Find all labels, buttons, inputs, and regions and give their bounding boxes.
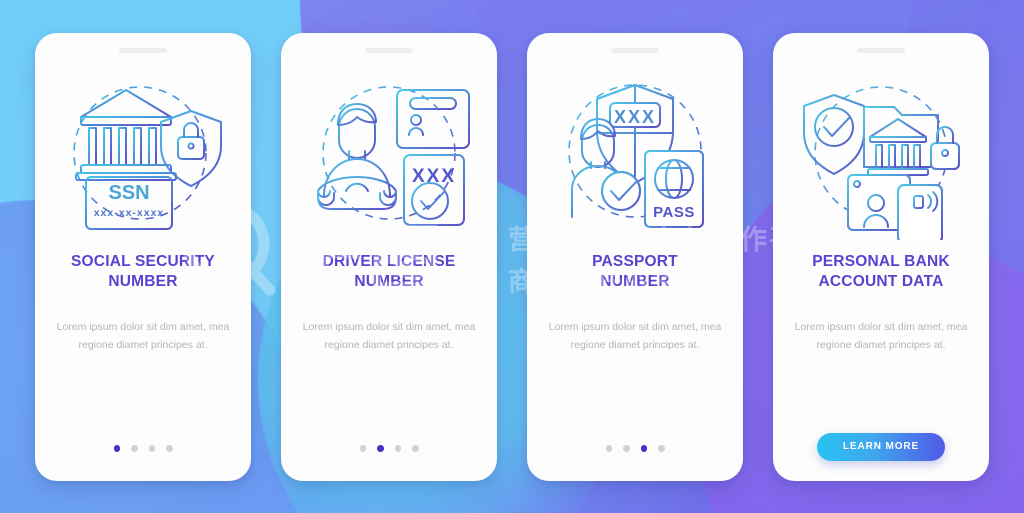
- pagination-dot-4[interactable]: [412, 445, 419, 452]
- page-body: Lorem ipsum dolor sit dim amet, mea regi…: [548, 320, 722, 351]
- pagination-dot-4[interactable]: [166, 445, 173, 452]
- page-title: PASSPORT NUMBER: [592, 252, 678, 290]
- onboarding-screens-artboard: SSN xxx-xx-xxxx SOCIAL SECURITY NUMBER Lo…: [0, 0, 1024, 513]
- pagination-dot-1[interactable]: [605, 445, 612, 452]
- ssn-bank-shield-lock-icon: SSN xxx-xx-xxxx: [48, 65, 238, 240]
- page-body: Lorem ipsum dolor sit dim amet, mea regi…: [56, 320, 230, 351]
- page-title: DRIVER LICENSE NUMBER: [322, 252, 456, 290]
- phone-screen-driver-license-number: XXX DRIVER LICENSE NUMBER Lorem ipsum dol…: [281, 32, 497, 481]
- phone-mockups-row: SSN xxx-xx-xxxx SOCIAL SECURITY NUMBER Lo…: [0, 0, 1024, 513]
- passport-label: PASS: [653, 204, 695, 221]
- pagination-dot-1[interactable]: [113, 445, 120, 452]
- phone-screen-passport-number: XXX PASS PASSPORT NUMBER Lorem ipsum dolo…: [527, 32, 743, 481]
- ssn-card-label: SSN: [108, 182, 149, 204]
- pagination-dot-2[interactable]: [623, 445, 630, 452]
- phone-speaker-notch: [119, 47, 167, 53]
- page-title: PERSONAL BANK ACCOUNT DATA: [812, 252, 950, 290]
- pagination-dot-2[interactable]: [377, 445, 384, 452]
- passport-shield-person-globe-icon: XXX PASS: [540, 65, 730, 240]
- pagination-dots[interactable]: [35, 445, 251, 452]
- phone-speaker-notch: [857, 47, 905, 53]
- pagination-dot-3[interactable]: [394, 445, 401, 452]
- pagination-dot-3[interactable]: [640, 445, 647, 452]
- learn-more-button[interactable]: LEARN MORE: [817, 432, 945, 461]
- ssn-card-masked: xxx-xx-xxxx: [94, 207, 165, 219]
- pagination-dot-2[interactable]: [131, 445, 138, 452]
- page-body: Lorem ipsum dolor sit dim amet, mea regi…: [794, 320, 968, 351]
- pagination-dots[interactable]: [527, 445, 743, 452]
- driver-id-card-checkmark-icon: XXX: [294, 65, 484, 240]
- pagination-dot-3[interactable]: [148, 445, 155, 452]
- passport-shield-masked: XXX: [614, 107, 656, 127]
- page-body: Lorem ipsum dolor sit dim amet, mea regi…: [302, 320, 476, 351]
- phone-screen-personal-bank-account-data: PERSONAL BANK ACCOUNT DATA Lorem ipsum do…: [773, 32, 989, 481]
- pagination-dot-1[interactable]: [359, 445, 366, 452]
- phone-screen-social-security-number: SSN xxx-xx-xxxx SOCIAL SECURITY NUMBER Lo…: [35, 32, 251, 481]
- bank-folder-lock-idcard-icon: [786, 65, 976, 240]
- driver-doc-masked: XXX: [412, 166, 456, 187]
- page-title: SOCIAL SECURITY NUMBER: [71, 252, 215, 290]
- phone-speaker-notch: [611, 47, 659, 53]
- phone-speaker-notch: [365, 47, 413, 53]
- pagination-dot-4[interactable]: [658, 445, 665, 452]
- pagination-dots[interactable]: [281, 445, 497, 452]
